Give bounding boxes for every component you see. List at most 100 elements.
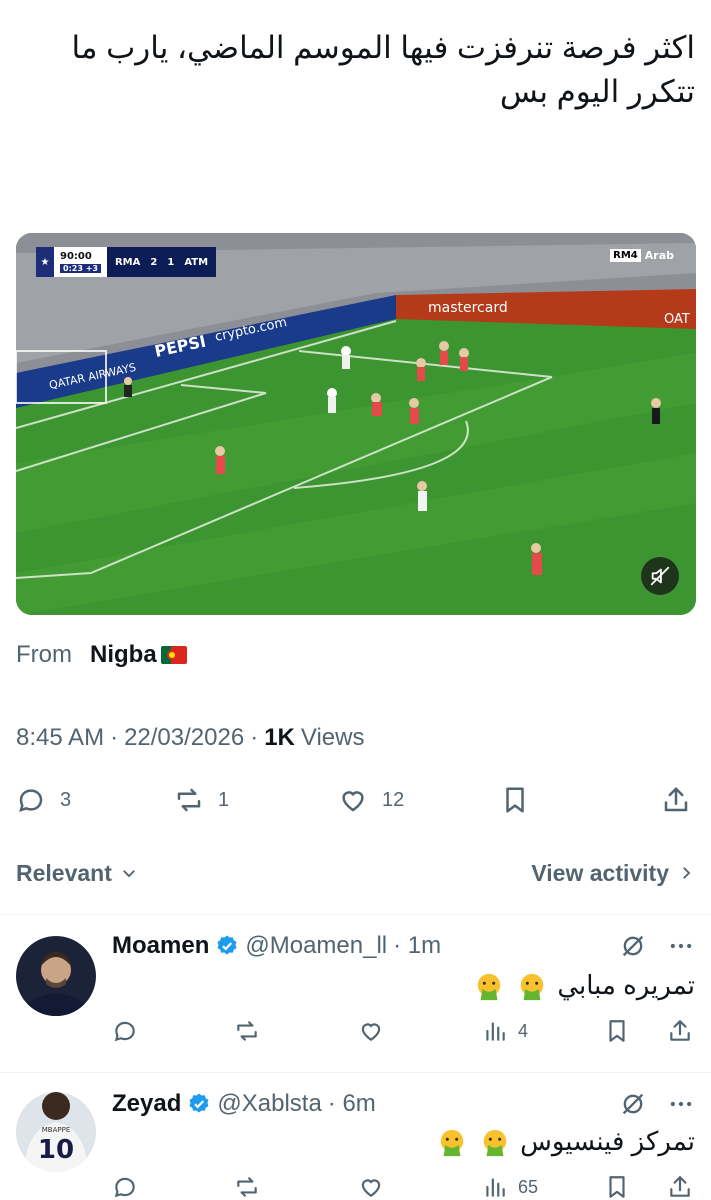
repost-icon bbox=[177, 788, 201, 812]
reply-button[interactable]: 3 bbox=[16, 780, 71, 820]
avatar-image: MBAPPE 10 bbox=[16, 1092, 96, 1172]
reply-icon bbox=[114, 1021, 135, 1042]
source-name: Nigba bbox=[90, 641, 157, 668]
meta-separator: · bbox=[250, 724, 259, 751]
reply-repost-button[interactable] bbox=[234, 1018, 260, 1044]
like-count: 12 bbox=[382, 788, 405, 811]
source-link[interactable]: Nigba bbox=[90, 641, 187, 669]
board-oat: OAT bbox=[664, 312, 690, 327]
share-button[interactable] bbox=[661, 780, 691, 820]
jersey-name: MBAPPE bbox=[42, 1126, 71, 1134]
repost-count: 1 bbox=[218, 788, 230, 811]
avatar[interactable]: MBAPPE 10 bbox=[16, 1092, 96, 1172]
jersey-number: 10 bbox=[38, 1135, 74, 1165]
portugal-flag-icon bbox=[160, 646, 187, 664]
reply-author-name[interactable]: Zeyad bbox=[112, 1090, 181, 1118]
reply-time[interactable]: · 1m bbox=[393, 932, 441, 960]
match-clock: 90:00 bbox=[60, 251, 92, 262]
repost-button[interactable]: 1 bbox=[174, 780, 229, 820]
reply-reply-button[interactable] bbox=[112, 1018, 138, 1044]
broadcaster-box: RM4 bbox=[610, 249, 641, 262]
avatar-image bbox=[16, 936, 96, 1016]
reply-like-button[interactable] bbox=[358, 1018, 384, 1044]
heart-icon bbox=[361, 1023, 381, 1041]
tweet-date[interactable]: 22/03/2026 bbox=[124, 724, 244, 752]
meta-separator: · bbox=[110, 724, 119, 751]
share-icon bbox=[664, 787, 688, 812]
sort-relevant-label: Relevant bbox=[16, 859, 112, 886]
grok-icon[interactable] bbox=[619, 1090, 647, 1118]
reply-count: 3 bbox=[60, 788, 72, 811]
bookmark-button[interactable] bbox=[500, 780, 530, 820]
share-icon bbox=[670, 1020, 690, 1041]
added-minutes: +3 bbox=[85, 264, 98, 273]
board-mastercard: mastercard bbox=[428, 300, 508, 316]
video-frame: mastercard PEPSI crypto.com QATAR AIRWAY… bbox=[16, 233, 696, 615]
home-team: RMA bbox=[114, 256, 141, 268]
reply-reply-button[interactable] bbox=[112, 1174, 138, 1200]
reply-icon bbox=[19, 789, 43, 812]
avatar[interactable] bbox=[16, 936, 96, 1016]
bookmark-icon bbox=[506, 787, 524, 813]
reply-share-button[interactable] bbox=[667, 1018, 693, 1044]
vomiting-face-emoji-icon bbox=[520, 974, 544, 1001]
speaker-muted-icon bbox=[650, 566, 670, 586]
reply-like-button[interactable] bbox=[358, 1174, 384, 1200]
source-line: From Nigba bbox=[16, 641, 187, 669]
heart-icon bbox=[361, 1179, 381, 1197]
reply-views-button[interactable]: 65 bbox=[482, 1174, 538, 1200]
scorebug: ★ 90:00 0:23 +3 RMA 2 1 ATM bbox=[36, 247, 217, 277]
bookmark-icon bbox=[609, 1176, 625, 1198]
reply-author-handle[interactable]: @Xablsta bbox=[217, 1090, 321, 1118]
home-score: 2 bbox=[150, 256, 158, 268]
reply-views-button[interactable]: 4 bbox=[482, 1018, 528, 1044]
reply-bookmark-button[interactable] bbox=[604, 1018, 630, 1044]
sort-relevant-dropdown[interactable]: Relevant bbox=[16, 860, 138, 887]
away-team: ATM bbox=[184, 256, 209, 268]
chevron-right-icon bbox=[683, 867, 691, 879]
analytics-icon bbox=[486, 1022, 505, 1041]
added-clock: 0:23 bbox=[63, 264, 83, 273]
repost-icon bbox=[237, 1177, 257, 1197]
analytics-icon bbox=[486, 1178, 505, 1197]
reply-actions: 65 bbox=[112, 1174, 695, 1200]
like-button[interactable]: 12 bbox=[338, 780, 404, 820]
reply-text: تمريره مبابي bbox=[557, 970, 695, 1000]
broadcaster-label: Arab bbox=[644, 249, 674, 262]
reply-author-name[interactable]: Moamen bbox=[112, 932, 209, 960]
reply-item[interactable]: Moamen @Moamen_ll · 1m تمريره مبابي 4 bbox=[0, 914, 711, 1072]
more-options-icon[interactable] bbox=[667, 1090, 695, 1118]
tweet-time[interactable]: 8:45 AM bbox=[16, 724, 104, 752]
reply-views-count: 65 bbox=[518, 1176, 539, 1197]
vomiting-face-emoji-icon bbox=[440, 1130, 463, 1157]
broadcaster-logo: RM4 Arab bbox=[610, 249, 674, 262]
away-score: 1 bbox=[167, 256, 175, 268]
reply-time[interactable]: · 6m bbox=[328, 1090, 376, 1118]
view-activity-link[interactable]: View activity bbox=[531, 860, 695, 887]
verified-badge-icon bbox=[217, 935, 237, 955]
reply-icon bbox=[114, 1177, 135, 1198]
reply-author-handle[interactable]: @Moamen_ll bbox=[245, 932, 387, 960]
tweet-meta: 8:45 AM · 22/03/2026 · 1K Views bbox=[16, 724, 364, 752]
reply-bookmark-button[interactable] bbox=[604, 1174, 630, 1200]
more-options-icon[interactable] bbox=[667, 932, 695, 960]
tweet-text: اكثر فرصة تنرفزت فيها الموسم الماضي، يار… bbox=[71, 30, 695, 109]
reply-text: تمركز فينسيوس bbox=[520, 1126, 695, 1156]
vomiting-face-emoji-icon bbox=[483, 1130, 507, 1157]
heart-icon bbox=[342, 791, 364, 812]
grok-icon[interactable] bbox=[619, 932, 647, 960]
views-label: Views bbox=[300, 724, 365, 751]
views-count: 1K bbox=[264, 724, 295, 751]
reply-share-button[interactable] bbox=[667, 1174, 693, 1200]
reply-item[interactable]: MBAPPE 10 Zeyad @Xablsta · 6m تمركز فينس… bbox=[0, 1072, 711, 1200]
reply-body: تمركز فينسيوس bbox=[112, 1124, 695, 1158]
mute-button[interactable] bbox=[641, 557, 679, 595]
bookmark-icon bbox=[609, 1020, 625, 1042]
reply-repost-button[interactable] bbox=[234, 1174, 260, 1200]
replies-sort-row: Relevant View activity bbox=[16, 856, 695, 890]
champions-league-icon: ★ bbox=[36, 247, 54, 277]
video-player[interactable]: mastercard PEPSI crypto.com QATAR AIRWAY… bbox=[16, 233, 696, 615]
reply-body: تمريره مبابي bbox=[112, 968, 695, 1002]
view-activity-label: View activity bbox=[531, 859, 669, 886]
from-label: From bbox=[16, 641, 72, 668]
